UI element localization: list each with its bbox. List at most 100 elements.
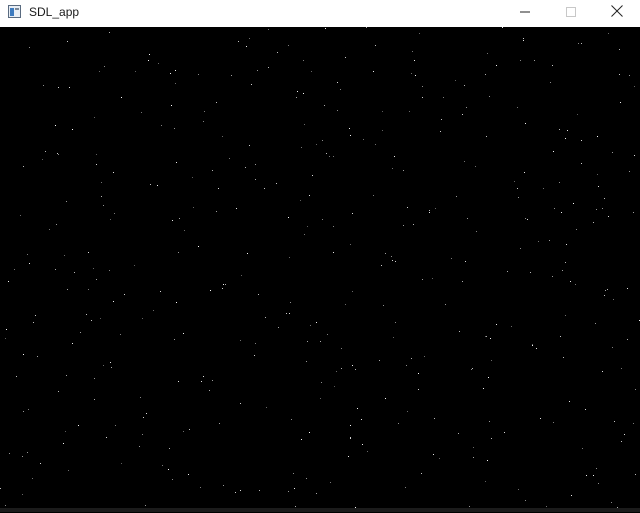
minimize-button[interactable] — [502, 0, 548, 26]
star — [222, 136, 223, 137]
star — [422, 97, 423, 98]
star — [303, 60, 304, 61]
star — [96, 164, 97, 165]
star — [422, 279, 423, 280]
star — [459, 331, 460, 332]
star — [257, 70, 258, 71]
star — [612, 347, 613, 348]
star — [604, 295, 605, 296]
star — [349, 128, 350, 129]
star — [432, 278, 433, 279]
star — [518, 197, 519, 198]
star — [14, 269, 15, 270]
star — [40, 463, 41, 464]
star — [392, 168, 393, 169]
star — [96, 154, 97, 155]
star — [381, 265, 382, 266]
star — [170, 73, 171, 74]
title-bar[interactable]: SDL_app — [0, 0, 640, 27]
star — [409, 111, 410, 112]
star — [255, 179, 256, 180]
star — [418, 389, 419, 390]
star — [148, 60, 149, 61]
star — [362, 444, 363, 445]
star — [72, 343, 73, 344]
star — [395, 322, 396, 323]
star — [419, 33, 420, 34]
star — [341, 368, 342, 369]
star — [532, 344, 533, 345]
star — [254, 355, 255, 356]
star — [486, 136, 487, 137]
star — [634, 86, 635, 87]
star — [193, 207, 194, 208]
star — [507, 271, 508, 272]
star — [63, 443, 64, 444]
close-button[interactable] — [594, 0, 640, 26]
star — [80, 332, 81, 333]
star — [120, 334, 121, 335]
star — [66, 375, 67, 376]
star — [598, 483, 599, 484]
star — [559, 182, 560, 183]
star — [101, 182, 102, 183]
star — [466, 107, 467, 108]
star — [429, 210, 430, 211]
maximize-button[interactable] — [548, 0, 594, 26]
sdl-app-window: SDL_app — [0, 0, 640, 512]
star — [149, 54, 150, 55]
star — [613, 299, 614, 300]
star — [627, 339, 628, 340]
maximize-icon — [566, 4, 576, 22]
star — [310, 325, 311, 326]
star — [124, 294, 125, 295]
star — [229, 158, 230, 159]
star — [289, 257, 290, 258]
star — [476, 231, 477, 232]
star — [578, 43, 579, 44]
star — [312, 175, 313, 176]
star — [523, 38, 524, 39]
star — [593, 222, 594, 223]
star — [550, 82, 551, 83]
star — [608, 216, 609, 217]
star — [255, 343, 256, 344]
star — [612, 152, 613, 153]
star — [345, 304, 346, 305]
star — [277, 52, 278, 53]
star — [418, 373, 419, 374]
star — [96, 279, 97, 280]
star — [88, 252, 89, 253]
star — [552, 65, 553, 66]
star — [391, 256, 392, 257]
star — [296, 97, 297, 98]
sdl-app-window-icon[interactable] — [8, 5, 21, 18]
star — [487, 460, 488, 461]
star — [218, 188, 219, 189]
star — [552, 276, 553, 277]
star — [247, 253, 248, 254]
star — [93, 268, 94, 269]
star — [483, 388, 484, 389]
star — [350, 425, 351, 426]
star — [175, 83, 176, 84]
star — [488, 377, 489, 378]
star — [5, 505, 6, 506]
star — [110, 362, 111, 363]
star — [604, 198, 605, 199]
star — [174, 128, 175, 129]
star — [596, 468, 597, 469]
star — [55, 269, 56, 270]
render-canvas[interactable] — [0, 27, 640, 508]
star — [198, 74, 199, 75]
star — [593, 475, 594, 476]
star — [6, 329, 7, 330]
star — [327, 334, 328, 335]
star — [174, 339, 175, 340]
star — [309, 432, 310, 433]
star — [140, 397, 141, 398]
star — [45, 151, 46, 152]
star — [633, 423, 634, 424]
star — [565, 138, 566, 139]
star — [597, 174, 598, 175]
